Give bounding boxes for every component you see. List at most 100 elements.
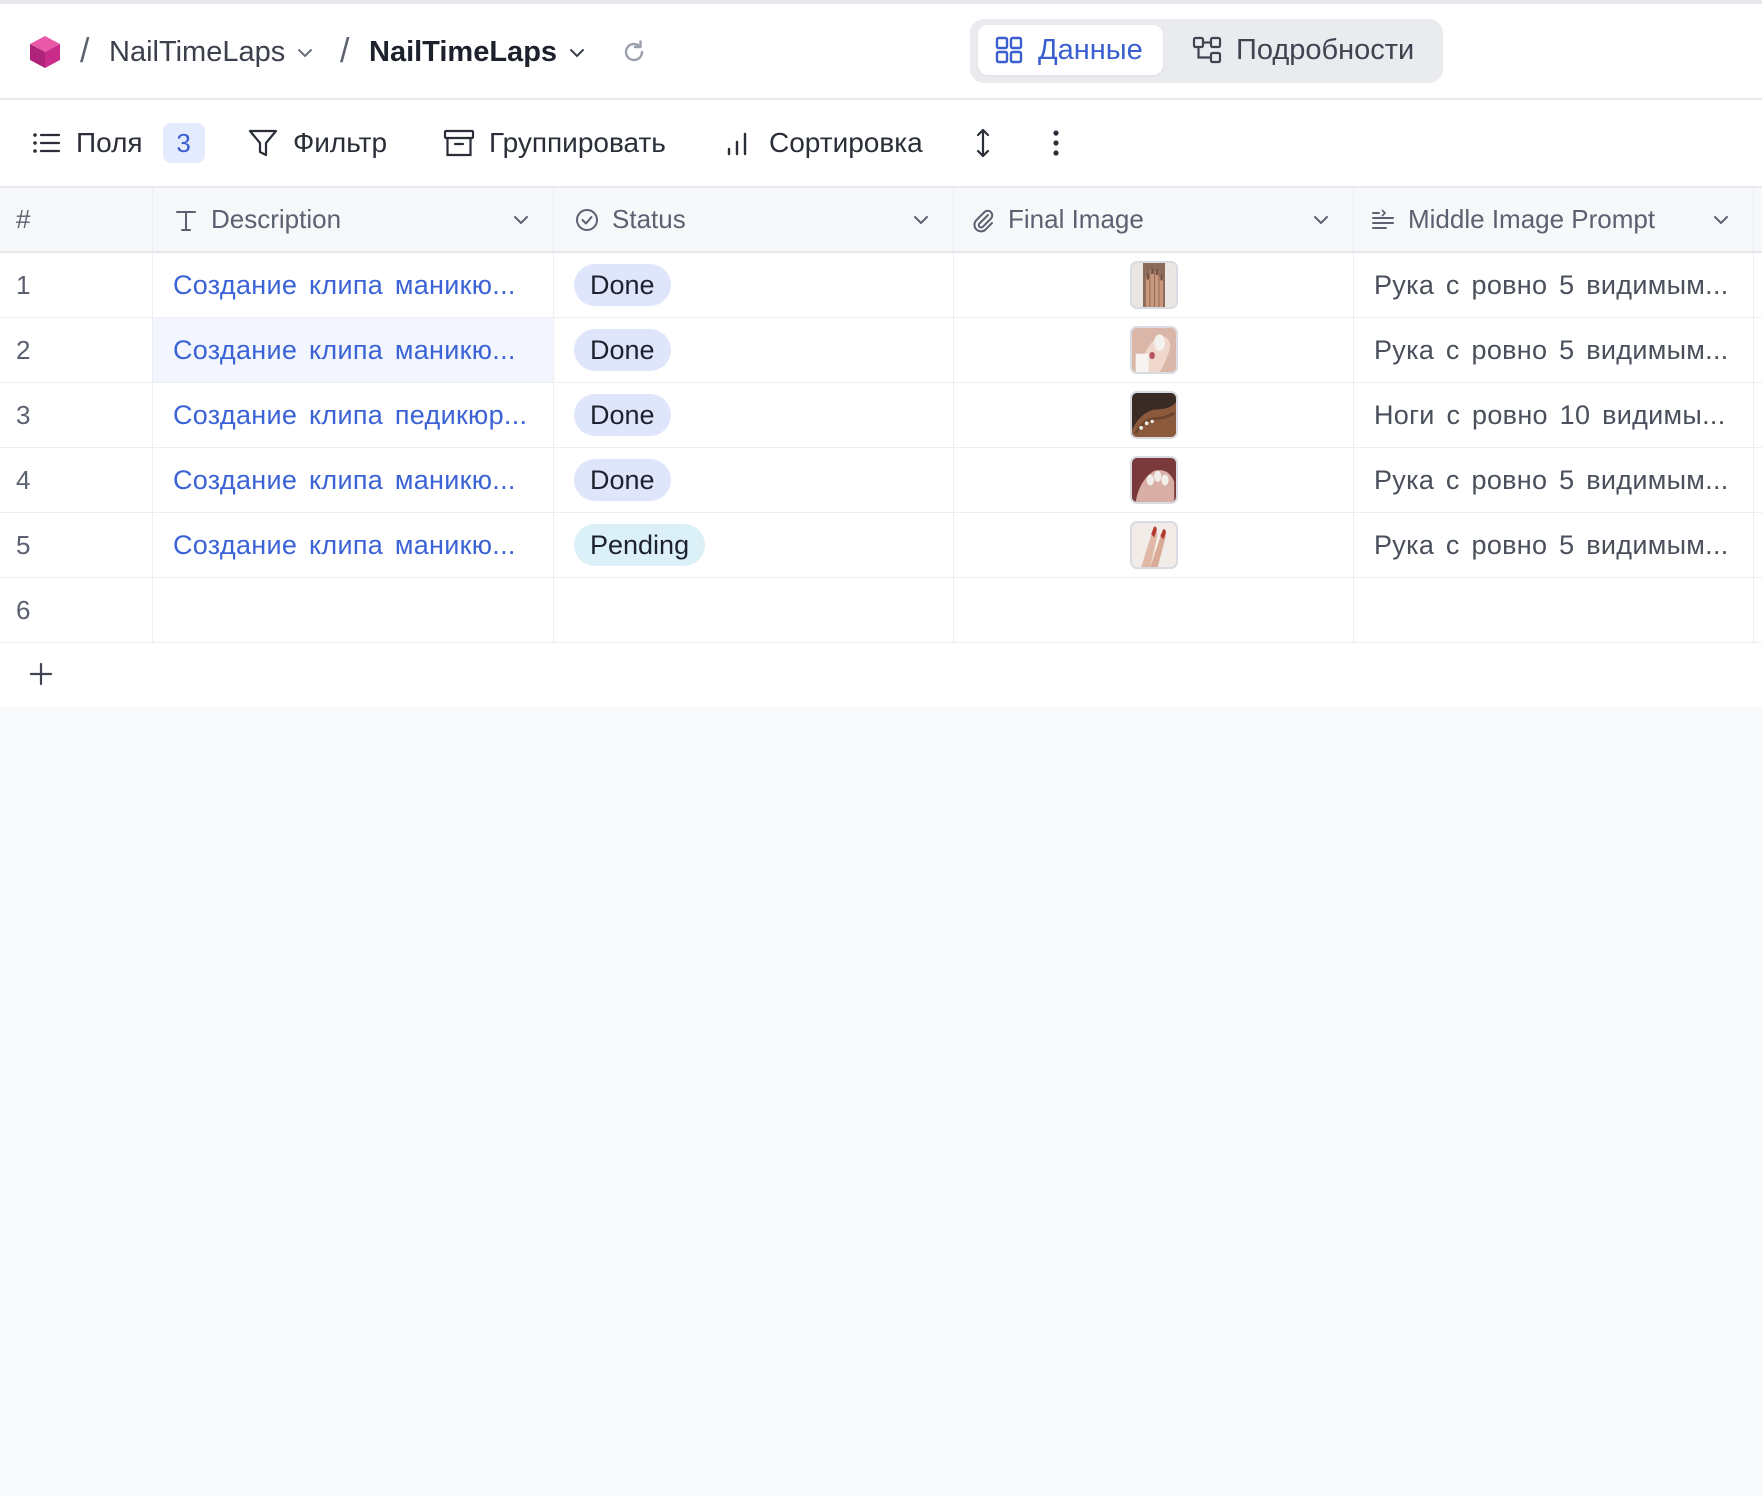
fields-button[interactable]: Поля 3: [30, 122, 205, 164]
breadcrumb-project-label: NailTimeLaps: [109, 36, 286, 68]
column-header-number[interactable]: #: [0, 188, 153, 251]
image-thumbnail-graphic: [1131, 458, 1176, 502]
column-header-status[interactable]: Status: [554, 188, 954, 251]
row-number: 2: [0, 318, 153, 382]
schema-icon: [1192, 36, 1222, 64]
middle-prompt-cell[interactable]: Ноги с ровно 10 видимы...: [1354, 383, 1754, 447]
table-row[interactable]: 6: [0, 578, 1762, 643]
image-thumbnail[interactable]: [1129, 261, 1178, 309]
status-cell[interactable]: Pending: [554, 513, 954, 577]
image-thumbnail[interactable]: [1129, 456, 1178, 504]
chevron-down-icon[interactable]: [1311, 210, 1331, 230]
final-image-cell[interactable]: [954, 448, 1354, 512]
column-header-middle-prompt[interactable]: Middle Image Prompt: [1354, 188, 1754, 251]
table-row[interactable]: 3 Создание клипа педикюр... Done Ноги с …: [0, 383, 1762, 448]
description-cell[interactable]: Создание клипа маникю...: [153, 448, 554, 512]
status-badge: Done: [574, 329, 671, 371]
column-header-final-image[interactable]: Final Image: [954, 188, 1354, 251]
middle-prompt-cell[interactable]: Рука с ровно 5 видимым...: [1354, 318, 1754, 382]
fields-label: Поля: [76, 127, 143, 158]
column-header-description-label: Description: [211, 204, 342, 234]
more-options-button[interactable]: [1040, 122, 1072, 164]
filter-label: Фильтр: [293, 127, 388, 158]
image-thumbnail[interactable]: [1129, 521, 1178, 569]
status-cell[interactable]: Done: [554, 448, 954, 512]
column-header-description[interactable]: Description: [153, 188, 554, 251]
row-number: 3: [0, 383, 153, 447]
filter-button[interactable]: Фильтр: [247, 122, 387, 164]
description-cell[interactable]: Создание клипа маникю...: [153, 513, 554, 577]
row-height-button[interactable]: [967, 122, 999, 164]
description-cell[interactable]: Создание клипа маникю...: [153, 318, 554, 382]
bar-chart-icon: [727, 132, 747, 156]
refresh-icon[interactable]: [620, 38, 648, 66]
column-header-status-label: Status: [612, 204, 686, 234]
chevron-down-icon: [298, 48, 313, 57]
cube-logo-icon[interactable]: [28, 34, 62, 70]
middle-prompt-cell[interactable]: Рука с ровно 5 видимым...: [1354, 448, 1754, 512]
grid-icon: [995, 36, 1023, 64]
breadcrumb-table-label: NailTimeLaps: [369, 36, 558, 68]
tab-details-label: Подробности: [1236, 33, 1415, 66]
table-row[interactable]: 2 Создание клипа маникю... Done Рука с р…: [0, 318, 1762, 383]
list-icon: [33, 133, 61, 153]
row-number: 4: [0, 448, 153, 512]
final-image-cell[interactable]: [954, 383, 1354, 447]
chevron-down-icon[interactable]: [511, 210, 531, 230]
description-link[interactable]: Создание клипа маникю...: [173, 530, 516, 561]
status-cell[interactable]: Done: [554, 253, 954, 317]
chevron-down-icon[interactable]: [911, 210, 931, 230]
middle-prompt-cell[interactable]: [1354, 578, 1754, 642]
status-badge: Done: [574, 459, 671, 501]
description-link[interactable]: Создание клипа маникю...: [173, 465, 516, 496]
image-thumbnail-graphic: [1131, 328, 1176, 372]
breadcrumb-table[interactable]: NailTimeLaps: [369, 36, 587, 69]
description-link[interactable]: Создание клипа маникю...: [173, 270, 516, 301]
group-button[interactable]: Группировать: [443, 122, 666, 164]
text-type-icon: [176, 210, 196, 231]
breadcrumb-separator: /: [340, 32, 350, 70]
status-badge: Done: [574, 394, 671, 436]
middle-prompt-cell[interactable]: Рука с ровно 5 видимым...: [1354, 253, 1754, 317]
view-switcher: Данные Подробности: [970, 19, 1443, 83]
toolbar: Поля 3 Фильтр Группировать Сортировка: [0, 100, 1762, 188]
header-bar: / NailTimeLaps / NailTimeLaps Данные Под…: [0, 4, 1762, 100]
final-image-cell[interactable]: [954, 253, 1354, 317]
image-thumbnail-graphic: [1131, 523, 1176, 567]
vertical-arrows-icon: [976, 128, 990, 158]
status-cell[interactable]: Done: [554, 318, 954, 382]
column-header-middle-prompt-label: Middle Image Prompt: [1408, 204, 1656, 234]
table-row[interactable]: 5 Создание клипа маникю... Pending Рука …: [0, 513, 1762, 578]
final-image-cell[interactable]: [954, 513, 1354, 577]
column-header-final-image-label: Final Image: [1008, 204, 1144, 234]
status-cell[interactable]: Done: [554, 383, 954, 447]
description-link[interactable]: Создание клипа педикюр...: [173, 400, 527, 431]
row-number: 5: [0, 513, 153, 577]
description-cell[interactable]: Создание клипа педикюр...: [153, 383, 554, 447]
tab-details[interactable]: Подробности: [1176, 25, 1438, 75]
breadcrumb-project[interactable]: NailTimeLaps: [109, 36, 315, 69]
column-header-number-label: #: [16, 204, 31, 234]
more-vertical-icon: [1053, 130, 1059, 156]
table-row[interactable]: 1 Создание клипа маникю... Done Рука с р…: [0, 253, 1762, 318]
sort-button[interactable]: Сортировка: [723, 122, 923, 164]
final-image-cell[interactable]: [954, 578, 1354, 642]
middle-prompt-cell[interactable]: Рука с ровно 5 видимым...: [1354, 513, 1754, 577]
paperclip-icon: [973, 209, 994, 232]
plus-icon[interactable]: [28, 661, 54, 687]
image-thumbnail[interactable]: [1129, 391, 1178, 439]
middle-prompt-text: Рука с ровно 5 видимым...: [1374, 269, 1729, 300]
final-image-cell[interactable]: [954, 318, 1354, 382]
chevron-down-icon[interactable]: [1711, 210, 1731, 230]
image-thumbnail-graphic: [1131, 393, 1176, 437]
table-row[interactable]: 4 Создание клипа маникю... Done Рука с р…: [0, 448, 1762, 513]
image-thumbnail[interactable]: [1129, 326, 1178, 374]
description-link[interactable]: Создание клипа маникю...: [173, 335, 516, 366]
description-cell[interactable]: Создание клипа маникю...: [153, 253, 554, 317]
status-cell[interactable]: [554, 578, 954, 642]
tab-data[interactable]: Данные: [978, 25, 1163, 75]
group-label: Группировать: [489, 127, 666, 158]
image-thumbnail-graphic: [1131, 263, 1176, 307]
tab-data-label: Данные: [1038, 33, 1143, 66]
description-cell[interactable]: [153, 578, 554, 642]
